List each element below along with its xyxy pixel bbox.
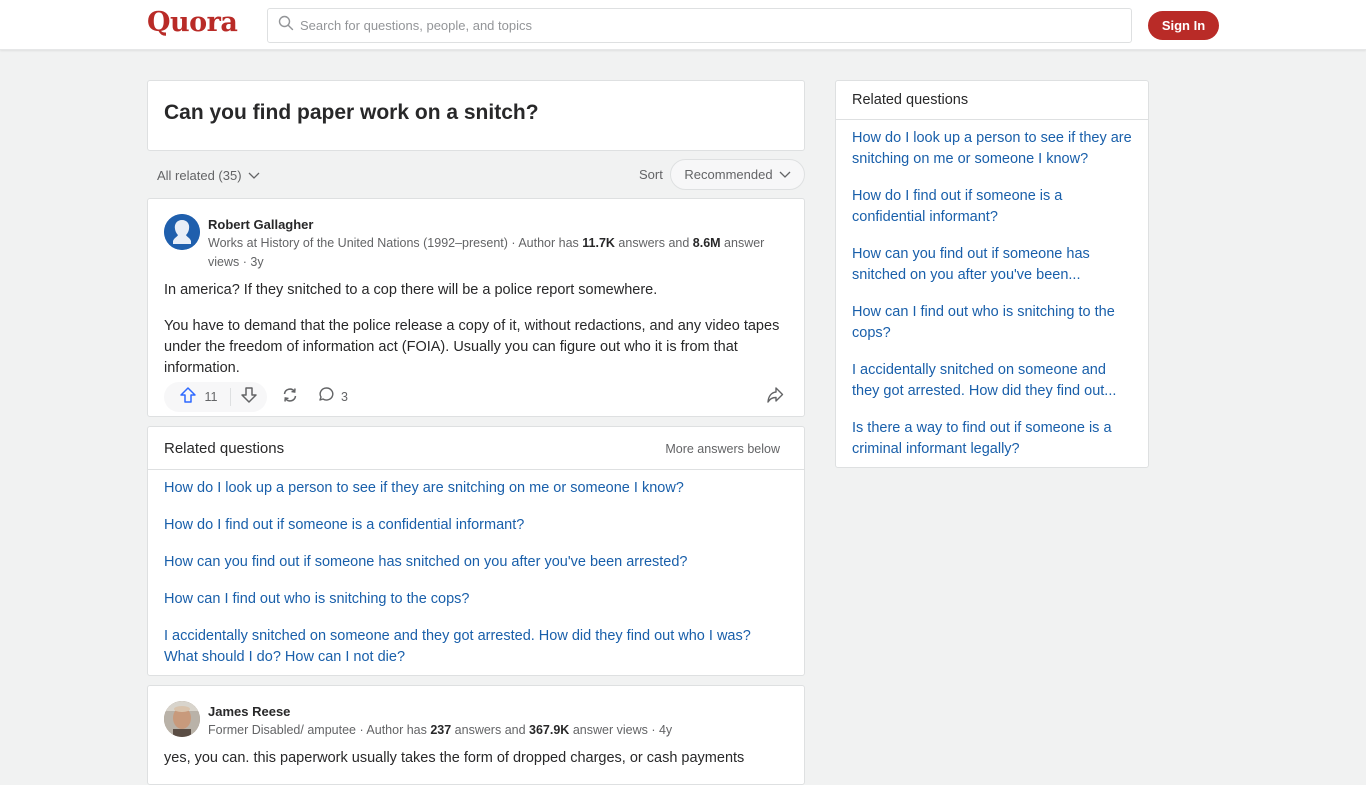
upvote-button[interactable]: 11 <box>164 382 230 412</box>
meta-text: · Author has <box>507 236 583 250</box>
related-questions-header: Related questions More answers below <box>148 427 804 470</box>
author-name[interactable]: Robert Gallagher <box>208 217 313 232</box>
author-credential: Works at History of the United Nations (… <box>208 234 798 272</box>
views-count: 367.9K <box>529 723 570 737</box>
downvote-arrow-icon <box>240 386 258 409</box>
sort-label: Sort <box>639 167 663 182</box>
sidebar-related-questions: Related questions How do I look up a per… <box>835 80 1149 468</box>
search-bar[interactable] <box>267 8 1132 43</box>
sidebar-question-link[interactable]: How do I find out if someone is a confid… <box>852 186 1136 228</box>
all-related-dropdown[interactable]: All related (35) <box>157 168 260 183</box>
comment-count: 3 <box>341 390 348 404</box>
search-icon <box>278 15 294 36</box>
sidebar-question-link[interactable]: How can you find out if someone has snit… <box>852 244 1136 286</box>
sidebar-title: Related questions <box>852 92 969 108</box>
share-button[interactable] <box>760 382 790 412</box>
refresh-icon <box>281 386 299 409</box>
related-questions-title: Related questions <box>164 440 285 457</box>
answer-paragraph: yes, you can. this paperwork usually tak… <box>164 750 745 766</box>
filter-row: All related (35) Sort Recommended <box>147 158 805 192</box>
sidebar-header: Related questions <box>836 81 1148 120</box>
related-questions-inline: Related questions More answers below How… <box>147 426 805 676</box>
comments-button[interactable]: 3 <box>318 382 348 412</box>
sidebar-question-link[interactable]: Is there a way to find out if someone is… <box>852 418 1136 460</box>
meta-text: answer views · 4y <box>569 723 673 737</box>
comment-bubble-icon <box>318 386 335 408</box>
answers-count: 11.7K <box>582 236 615 250</box>
meta-text: answers and <box>614 236 693 250</box>
more-answers-below-label: More answers below <box>665 442 780 456</box>
search-input[interactable] <box>300 18 1100 33</box>
upvote-arrow-icon <box>179 386 197 409</box>
sign-in-button[interactable]: Sign In <box>1148 11 1219 40</box>
answers-count: 237 <box>430 723 452 737</box>
vote-pill: 11 <box>164 382 267 412</box>
answer-card: James Reese Former Disabled/ amputee · A… <box>147 685 805 785</box>
all-related-label: All related (35) <box>157 168 242 183</box>
chevron-down-icon <box>779 167 791 182</box>
answer-card: Robert Gallagher Works at History of the… <box>147 198 805 417</box>
upvote-count: 11 <box>204 390 218 404</box>
answer-paragraph: In america? If they snitched to a cop th… <box>164 282 658 298</box>
chevron-down-icon <box>248 168 260 183</box>
related-question-link[interactable]: How can you find out if someone has snit… <box>164 552 784 573</box>
answer-paragraph: You have to demand that the police relea… <box>164 318 780 376</box>
meta-text: · Author has <box>355 723 431 737</box>
author-name[interactable]: James Reese <box>208 704 290 719</box>
related-question-link[interactable]: How can I find out who is snitching to t… <box>164 589 784 610</box>
share-reshare-button[interactable] <box>278 382 302 412</box>
credential-text[interactable]: Works at History of the United Nations (… <box>208 236 508 250</box>
sort-value: Recommended <box>684 167 773 182</box>
question-card: Can you find paper work on a snitch? <box>147 80 805 151</box>
sidebar-question-link[interactable]: I accidentally snitched on someone and t… <box>852 360 1136 402</box>
author-avatar[interactable] <box>164 214 200 250</box>
meta-text: answers and <box>451 723 530 737</box>
credential-text[interactable]: Former Disabled/ amputee <box>208 723 356 737</box>
sort-dropdown[interactable]: Recommended <box>670 159 805 190</box>
related-question-link[interactable]: How do I look up a person to see if they… <box>164 478 784 499</box>
author-credential: Former Disabled/ amputee · Author has 23… <box>208 721 798 740</box>
downvote-button[interactable] <box>231 382 267 412</box>
share-arrow-icon <box>766 386 784 409</box>
answer-actions: 11 3 <box>164 382 790 414</box>
sidebar-question-link[interactable]: How can I find out who is snitching to t… <box>852 302 1136 344</box>
views-count: 8.6M <box>692 236 721 250</box>
related-question-link[interactable]: I accidentally snitched on someone and t… <box>164 626 784 668</box>
sidebar-question-link[interactable]: How do I look up a person to see if they… <box>852 128 1136 170</box>
related-question-link[interactable]: How do I find out if someone is a confid… <box>164 515 784 536</box>
top-header: Quora Sign In <box>0 0 1366 50</box>
quora-logo[interactable]: Quora <box>147 7 238 38</box>
author-avatar[interactable] <box>164 701 200 737</box>
question-title: Can you find paper work on a snitch? <box>164 101 539 124</box>
